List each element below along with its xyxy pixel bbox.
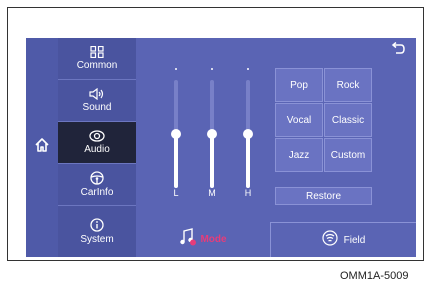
- menu-item-label: Audio: [84, 144, 110, 155]
- info-icon: [90, 218, 104, 232]
- field-label: Field: [343, 234, 366, 246]
- slider-thumb[interactable]: [171, 129, 181, 139]
- field-icon: [322, 229, 338, 251]
- slider-label: H: [244, 188, 252, 198]
- figure-caption: OMM1A-5009: [340, 270, 409, 282]
- mode-button[interactable]: Mode: [136, 222, 270, 257]
- preset-custom-button[interactable]: Custom: [324, 138, 372, 172]
- settings-menu: Common Sound Audio CarInfo System: [58, 38, 136, 257]
- preset-vocal-button[interactable]: Vocal: [275, 103, 323, 137]
- grid-icon: [90, 46, 104, 58]
- menu-item-common[interactable]: Common: [58, 38, 136, 80]
- menu-item-carinfo[interactable]: CarInfo: [58, 164, 136, 206]
- field-button[interactable]: Field: [270, 222, 416, 257]
- menu-item-audio[interactable]: Audio: [58, 122, 136, 164]
- audio-settings-screen: Common Sound Audio CarInfo System L M H …: [26, 38, 416, 257]
- music-note-icon: [179, 228, 197, 251]
- bottom-bar: Mode Field: [136, 222, 416, 257]
- preset-jazz-button[interactable]: Jazz: [275, 138, 323, 172]
- slider-label: L: [173, 188, 179, 198]
- preset-rock-button[interactable]: Rock: [324, 68, 372, 102]
- slider-thumb[interactable]: [243, 129, 253, 139]
- slider-label: M: [208, 188, 216, 198]
- eq-slider-high[interactable]: H: [238, 68, 258, 208]
- slider-fill: [174, 134, 178, 188]
- slider-fill: [210, 134, 214, 188]
- eq-slider-low[interactable]: L: [166, 68, 186, 208]
- speaker-icon: [89, 88, 105, 100]
- menu-item-label: Sound: [82, 102, 112, 113]
- steering-wheel-icon: [90, 171, 104, 185]
- preset-grid: Pop Rock Vocal Classic Jazz Custom: [275, 68, 372, 172]
- back-icon[interactable]: [390, 41, 406, 56]
- menu-item-label: Common: [76, 60, 118, 71]
- slider-top-marker: [175, 68, 177, 70]
- menu-item-label: CarInfo: [80, 187, 114, 198]
- home-icon[interactable]: [34, 137, 50, 158]
- preset-classic-button[interactable]: Classic: [324, 103, 372, 137]
- menu-item-label: System: [80, 234, 114, 245]
- preset-pop-button[interactable]: Pop: [275, 68, 323, 102]
- eq-slider-mid[interactable]: M: [202, 68, 222, 208]
- slider-thumb[interactable]: [207, 129, 217, 139]
- slider-top-marker: [211, 68, 213, 70]
- mode-label: Mode: [200, 234, 227, 245]
- home-column: [26, 38, 58, 257]
- menu-item-sound[interactable]: Sound: [58, 80, 136, 122]
- slider-top-marker: [247, 68, 249, 70]
- equalizer-sliders: L M H: [166, 68, 256, 208]
- audio-icon: [89, 130, 105, 142]
- menu-item-system[interactable]: System: [58, 206, 136, 257]
- slider-fill: [246, 134, 250, 188]
- restore-button[interactable]: Restore: [275, 187, 372, 205]
